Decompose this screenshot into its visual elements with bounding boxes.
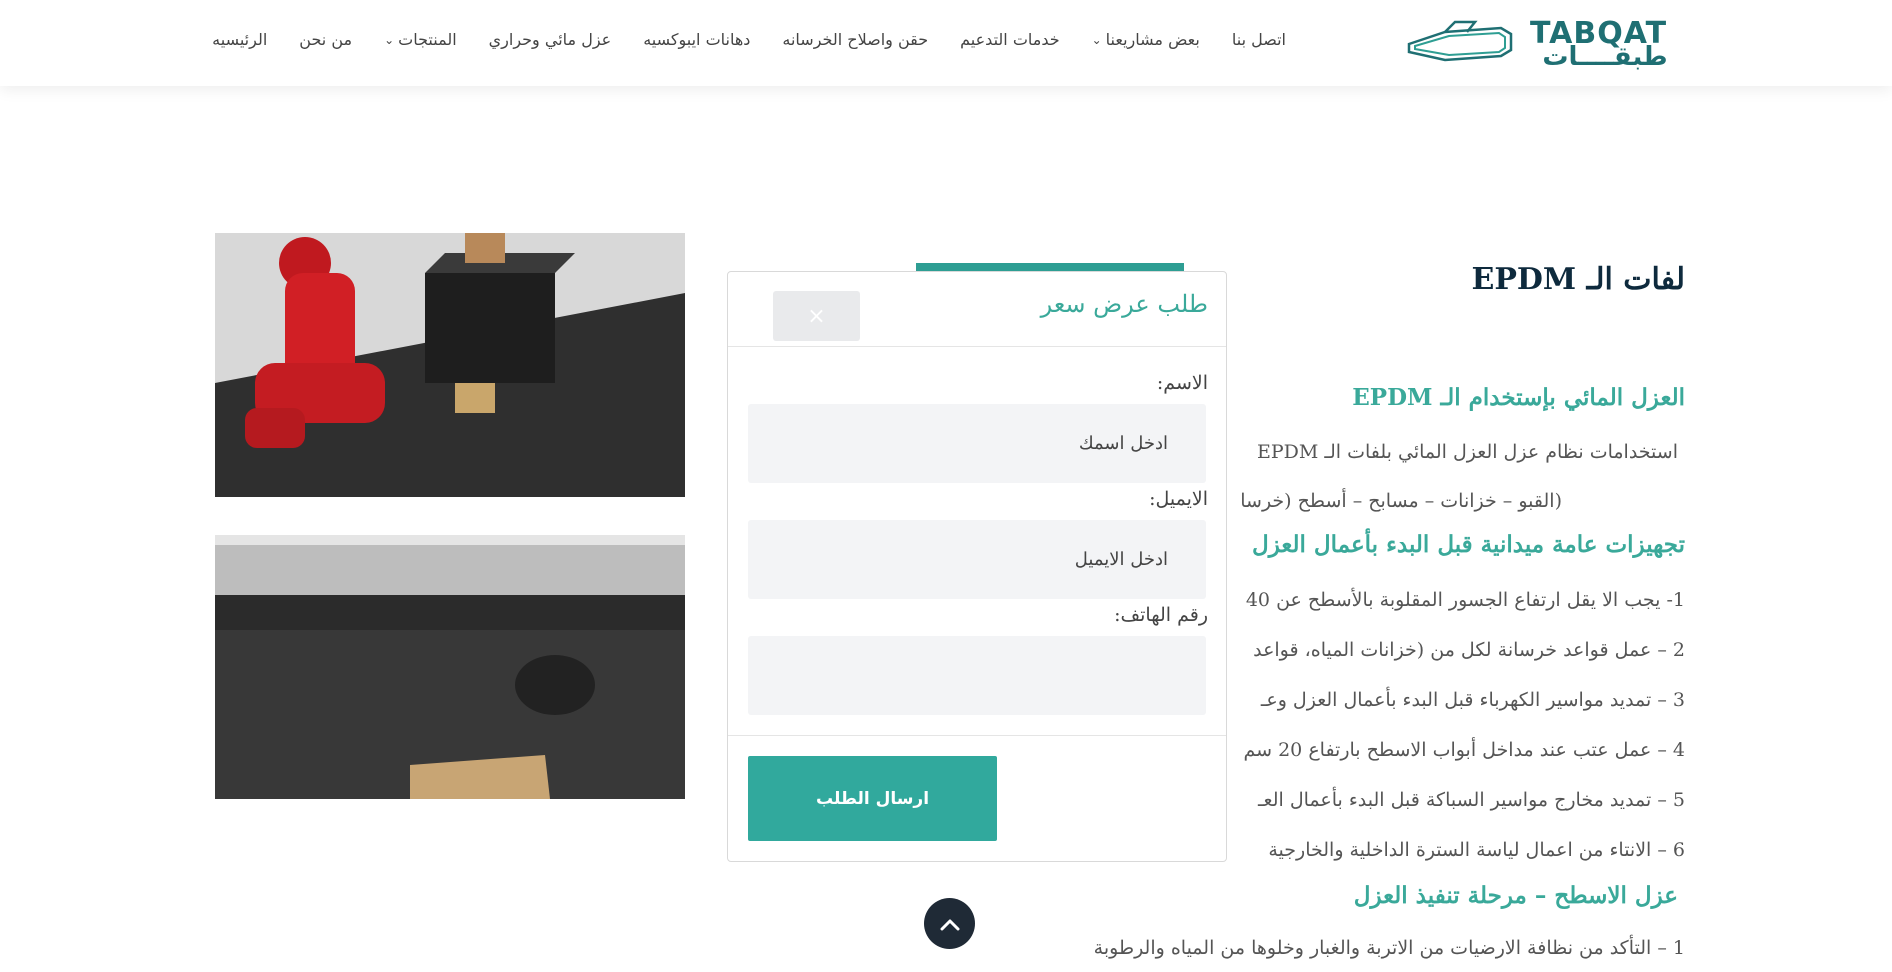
roof-image [215,535,685,799]
phone-field[interactable] [748,636,1206,715]
close-button[interactable]: × [773,291,860,341]
modal-header: طلب عرض سعر × [728,272,1226,347]
close-icon: × [807,303,826,329]
logo-arabic-text: طبقــــات [1542,42,1668,72]
submit-request-button[interactable]: ارسال الطلب [748,756,997,841]
paragraph-places: (القبو – خزانات – مسابح – أسطح (خرسا [1240,490,1562,512]
nav-item-home[interactable]: الرئيسيه [212,30,267,49]
site-logo[interactable]: TABQAT طبقــــات [1405,14,1680,72]
nav-label: عزل مائي وحراري [488,30,612,49]
email-label: الايميل: [1149,488,1208,510]
nav-label: دهانات ايبوكسيه [643,30,751,49]
paragraph-uses: استخدامات نظام عزل العزل المائي بلفات ال… [1257,441,1678,463]
nav-label: حقن واصلاح الخرسانه [782,30,929,49]
modal-title: طلب عرض سعر [1040,290,1208,318]
quote-request-modal: طلب عرض سعر × الاسم: الايميل: رقم الهاتف… [727,271,1227,862]
nav-item-projects[interactable]: بعض مشاريعنا ⌄ [1092,30,1200,49]
main-nav: الرئيسيه من نحن المنتجات ⌄ عزل مائي وحرار… [180,30,1286,49]
nav-item-concrete-injection[interactable]: حقن واصلاح الخرسانه [782,30,928,49]
name-field[interactable] [748,404,1206,483]
site-header: TABQAT طبقــــات الرئيسيه من نحن المنتجا… [0,0,1892,86]
chevron-down-icon: ⌄ [384,32,395,47]
nav-label: من نحن [299,30,353,49]
nav-label: خدمات التدعيم [960,30,1060,49]
worker-image [215,233,685,497]
nav-item-about[interactable]: من نحن [299,30,352,49]
list-item: 4 – عمل عتب عند مداخل أبواب الاسطح بارتف… [1243,739,1685,761]
nav-item-contact[interactable]: اتصل بنا [1232,30,1286,49]
nav-label: اتصل بنا [1231,30,1286,49]
section-heading-execution: عزل الاسطح – مرحلة تنفيذ العزل [1353,882,1678,909]
nav-label: الرئيسيه [212,30,268,49]
list-item: 6 – الانتاء من اعمال لياسة السترة الداخل… [1268,839,1685,861]
list-item: 1- يجب الا يقل ارتفاع الجسور المقلوبة با… [1245,589,1685,611]
nav-item-insulation[interactable]: عزل مائي وحراري [489,30,612,49]
list-item: 2 – عمل قواعد خرسانة لكل من (خزانات المي… [1253,639,1685,661]
nav-label: المنتجات [398,30,457,49]
email-field[interactable] [748,520,1206,599]
chevron-down-icon: ⌄ [1091,32,1102,47]
nav-item-products[interactable]: المنتجات ⌄ [384,30,457,49]
list-item: 5 – تمديد مخارج مواسير السباكة قبل البدء… [1257,789,1685,811]
page-title: لفات الـ EPDM [1471,262,1685,297]
chevron-up-icon [940,919,959,930]
section-heading-epdm: العزل المائي بإستخدام الـ EPDM [1352,384,1685,411]
name-label: الاسم: [1156,372,1208,394]
scroll-to-top-button[interactable] [924,898,975,949]
modal-accent-bar [916,263,1184,271]
logo-mark-icon [1407,20,1513,62]
nav-label: بعض مشاريعنا [1105,30,1200,49]
section-heading-preparations: تجهيزات عامة ميدانية قبل البدء بأعمال ال… [1252,531,1685,558]
nav-item-epoxy[interactable]: دهانات ايبوكسيه [643,30,750,49]
phone-label: رقم الهاتف: [1114,604,1208,626]
list-item: 3 – تمديد مواسير الكهرباء قبل البدء بأعم… [1260,689,1685,711]
modal-divider [728,735,1226,736]
list-item: 1 – التأكد من نظافة الارضيات من الاتربة … [1093,937,1685,959]
nav-item-strengthening[interactable]: خدمات التدعيم [960,30,1059,49]
